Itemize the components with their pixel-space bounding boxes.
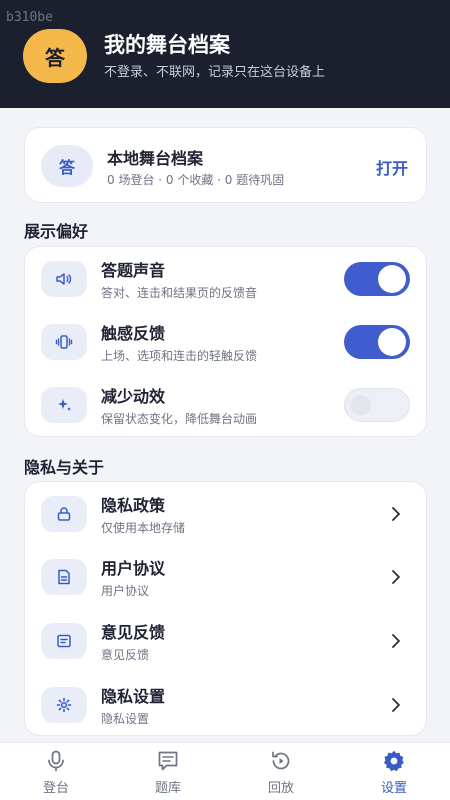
row-title: 用户协议 <box>101 559 166 578</box>
privacy-policy-row[interactable]: 隐私政策 仅使用本地存储 <box>25 482 426 546</box>
row-title: 隐私政策 <box>101 496 166 515</box>
question-bank-icon <box>158 751 178 771</box>
tab-label: 设置 <box>380 781 407 796</box>
user-agreement-row[interactable]: 用户协议 用户协议 <box>25 545 426 609</box>
privacy-heading: 隐私与关于 <box>24 458 105 477</box>
pref-subtitle: 保留状态变化，降低舞台动画 <box>101 412 258 426</box>
display-prefs-heading: 展示偏好 <box>24 222 89 241</box>
tab-label: 回放 <box>267 781 294 796</box>
toggle-knob <box>378 328 406 356</box>
chevron-right-icon <box>392 507 400 521</box>
row-subtitle: 意见反馈 <box>101 648 150 662</box>
pref-row-reduce-motion[interactable]: 减少动效 保留状态变化，降低舞台动画 <box>25 373 426 437</box>
sparkle-icon <box>41 387 87 423</box>
vibration-icon <box>41 324 87 360</box>
settings-gear-icon <box>383 750 404 772</box>
pref-row-haptics[interactable]: 触感反馈 上场、选项和连击的轻触反馈 <box>25 310 426 374</box>
feedback-icon <box>41 623 87 659</box>
tab-label: 登台 <box>42 781 69 796</box>
privacy-card: 隐私政策 仅使用本地存储 用户协议 用户协议 意见反馈 意见反馈 隐私设置 隐私… <box>24 481 427 736</box>
avatar: 答 <box>23 29 87 83</box>
archive-stats: 0 场登台 · 0 个收藏 · 0 题待巩固 <box>107 173 285 187</box>
sound-icon <box>41 261 87 297</box>
open-archive-button[interactable]: 打开 <box>376 155 408 179</box>
tab-settings[interactable]: 设置 <box>354 749 434 799</box>
microphone-icon <box>48 750 64 772</box>
replay-icon <box>272 751 290 770</box>
sound-toggle[interactable] <box>344 262 410 296</box>
archive-title: 本地舞台档案 <box>107 149 204 168</box>
local-archive-card[interactable]: 答 本地舞台档案 0 场登台 · 0 个收藏 · 0 题待巩固 打开 <box>24 127 427 203</box>
page-subtitle: 不登录、不联网，记录只在这台设备上 <box>104 65 326 80</box>
tab-question-bank[interactable]: 题库 <box>128 749 208 799</box>
chevron-right-icon <box>392 570 400 584</box>
haptics-toggle[interactable] <box>344 325 410 359</box>
pref-title: 减少动效 <box>101 387 166 406</box>
bottom-tab-bar: 登台 题库 回放 设置 <box>0 742 450 800</box>
tab-label: 题库 <box>154 781 181 796</box>
watermark-text: b310be <box>6 10 53 25</box>
page-title: 我的舞台档案 <box>104 33 230 57</box>
toggle-knob <box>351 395 371 415</box>
row-subtitle: 仅使用本地存储 <box>101 521 186 535</box>
profile-header: b310be 答 我的舞台档案 不登录、不联网，记录只在这台设备上 <box>0 0 450 108</box>
display-prefs-card: 答题声音 答对、连击和结果页的反馈音 触感反馈 上场、选项和连击的轻触反馈 减少… <box>24 246 427 437</box>
reduce-motion-toggle[interactable] <box>344 388 410 422</box>
pref-title: 触感反馈 <box>101 324 166 343</box>
archive-avatar: 答 <box>41 145 93 187</box>
pref-row-sound[interactable]: 答题声音 答对、连击和结果页的反馈音 <box>25 247 426 311</box>
toggle-knob <box>378 265 406 293</box>
pref-title: 答题声音 <box>101 261 166 280</box>
row-subtitle: 隐私设置 <box>101 712 150 726</box>
document-icon <box>41 559 87 595</box>
chevron-right-icon <box>392 698 400 712</box>
row-title: 意见反馈 <box>101 623 166 642</box>
gear-icon <box>41 687 87 723</box>
lock-icon <box>41 496 87 532</box>
feedback-row[interactable]: 意见反馈 意见反馈 <box>25 609 426 673</box>
chevron-right-icon <box>392 634 400 648</box>
tab-stage[interactable]: 登台 <box>16 749 96 799</box>
pref-subtitle: 上场、选项和连击的轻触反馈 <box>101 349 258 363</box>
row-subtitle: 用户协议 <box>101 584 150 598</box>
pref-subtitle: 答对、连击和结果页的反馈音 <box>101 286 258 300</box>
row-title: 隐私设置 <box>101 687 166 706</box>
tab-replay[interactable]: 回放 <box>241 749 321 799</box>
privacy-settings-row[interactable]: 隐私设置 隐私设置 <box>25 673 426 737</box>
